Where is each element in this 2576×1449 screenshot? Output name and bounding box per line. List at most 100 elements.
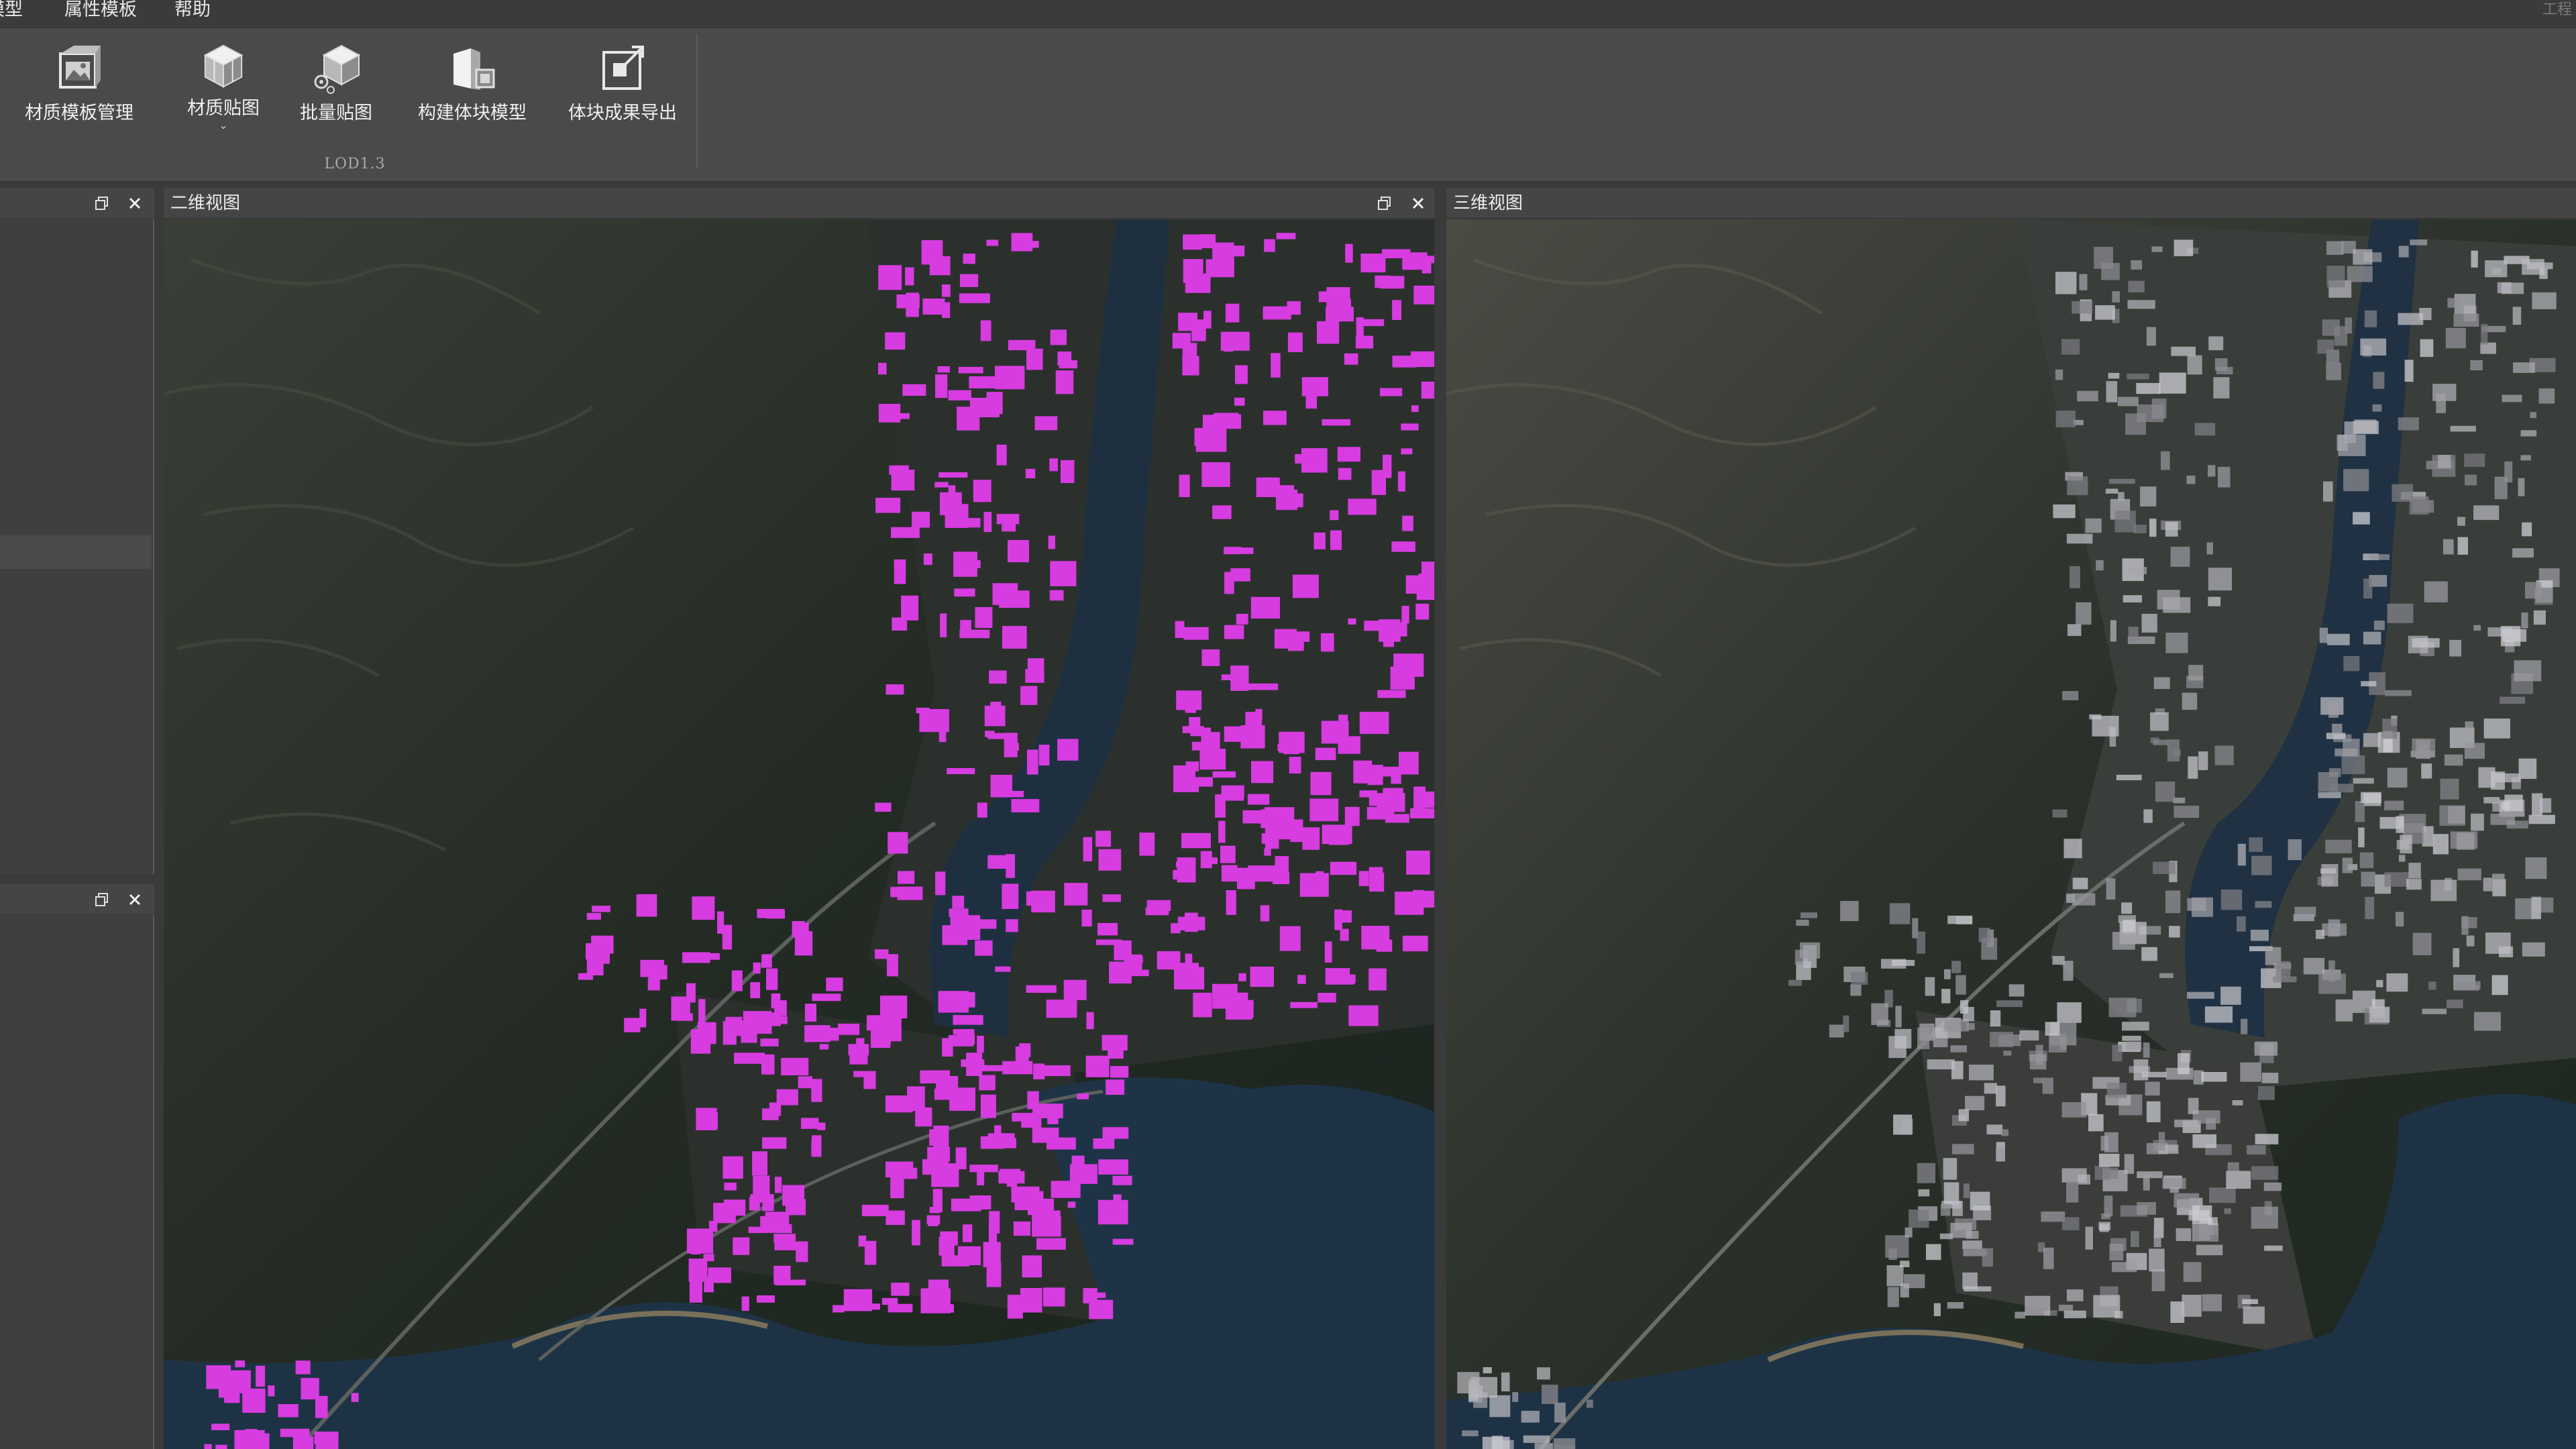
- selected-row[interactable]: [0, 535, 152, 569]
- building-model: [2224, 1208, 2231, 1214]
- building-footprint: [938, 991, 969, 1013]
- building-footprint: [952, 896, 965, 909]
- building-model: [2159, 372, 2186, 394]
- building-footprint: [639, 1008, 647, 1028]
- building-footprint: [1220, 331, 1250, 351]
- building-footprint: [934, 482, 949, 488]
- building-model: [2118, 492, 2125, 501]
- building-footprint: [1279, 926, 1301, 951]
- building-model: [2382, 718, 2398, 739]
- building-model: [2335, 999, 2353, 1022]
- close-icon[interactable]: [125, 194, 144, 213]
- aerial-map-3d[interactable]: [1446, 219, 2576, 1449]
- building-footprint: [891, 527, 920, 538]
- building-model: [2123, 595, 2142, 603]
- building-model: [2520, 430, 2537, 437]
- building-model: [2102, 1167, 2118, 1179]
- building-model: [2061, 339, 2080, 355]
- building-model: [1990, 1010, 2001, 1027]
- close-icon[interactable]: [1409, 194, 1428, 213]
- material-texture-button[interactable]: 材质贴图 ⌄: [180, 43, 267, 131]
- building-footprint: [891, 470, 915, 491]
- building-model: [2096, 560, 2104, 571]
- left-dock-top-panel[interactable]: [0, 219, 154, 874]
- building-model: [2153, 739, 2169, 745]
- building-footprint: [1175, 861, 1193, 867]
- building-footprint: [733, 1237, 750, 1255]
- building-model: [2055, 272, 2077, 294]
- building-model: [2522, 942, 2545, 957]
- building-model: [2117, 396, 2139, 407]
- building-model: [2334, 326, 2348, 346]
- building-footprint: [1038, 745, 1050, 766]
- building-model: [2149, 1248, 2165, 1272]
- build-block-model-button[interactable]: 构建体块模型: [405, 43, 539, 130]
- batch-texture-button[interactable]: 批量贴图: [292, 43, 380, 130]
- building-footprint: [945, 504, 969, 528]
- building-footprint: [885, 1095, 913, 1113]
- building-footprint: [1315, 747, 1336, 761]
- building-footprint: [1185, 694, 1197, 713]
- building-model: [2214, 745, 2234, 765]
- building-footprint: [757, 1295, 775, 1303]
- building-model: [2294, 906, 2316, 917]
- restore-icon[interactable]: [93, 194, 111, 213]
- building-model: [2341, 755, 2365, 775]
- menu-item-model[interactable]: 模型: [0, 0, 23, 28]
- building-model: [2326, 362, 2341, 380]
- building-model: [2183, 1262, 2202, 1282]
- building-footprint: [1201, 649, 1220, 666]
- building-footprint: [898, 871, 915, 884]
- building-model: [2208, 568, 2233, 591]
- building-model: [2361, 792, 2381, 803]
- building-footprint: [912, 511, 930, 528]
- close-icon[interactable]: [125, 890, 144, 909]
- building-footprint: [1173, 785, 1199, 792]
- aerial-map-2d[interactable]: [164, 219, 1434, 1449]
- building-model: [2146, 327, 2156, 346]
- building-model: [2182, 692, 2198, 710]
- building-model: [2042, 1077, 2053, 1094]
- building-model: [2059, 1304, 2074, 1311]
- building-footprint: [1110, 1066, 1129, 1078]
- menu-item-attribute-template[interactable]: 属性模板: [64, 0, 137, 28]
- building-footprint: [1174, 967, 1205, 989]
- building-footprint: [885, 684, 904, 695]
- building-footprint: [762, 1137, 787, 1149]
- building-footprint: [1022, 1255, 1042, 1278]
- building-model: [2520, 455, 2531, 461]
- building-model: [1483, 1367, 1492, 1374]
- building-footprint: [1391, 541, 1415, 552]
- building-footprint: [987, 855, 1013, 869]
- building-footprint: [896, 294, 920, 309]
- left-dock-bottom-panel[interactable]: [0, 915, 154, 1449]
- building-model: [2512, 548, 2534, 558]
- building-model: [2455, 981, 2481, 989]
- building-footprint: [1032, 1127, 1059, 1143]
- view-2d-canvas[interactable]: [164, 219, 1434, 1449]
- building-footprint: [760, 1216, 784, 1233]
- building-model: [2338, 434, 2366, 456]
- menu-item-help[interactable]: 帮助: [174, 0, 211, 28]
- building-model: [1917, 1027, 1930, 1049]
- building-footprint: [1034, 416, 1058, 431]
- building-model: [2399, 855, 2406, 862]
- building-footprint: [1081, 909, 1092, 927]
- building-model: [2066, 533, 2093, 544]
- view-3d-canvas[interactable]: [1446, 219, 2576, 1449]
- building-model: [2457, 868, 2481, 881]
- building-model: [1996, 1000, 2023, 1008]
- building-model: [2045, 1022, 2060, 1036]
- chevron-down-icon[interactable]: ⌄: [219, 120, 227, 131]
- export-block-result-button[interactable]: 体块成果导出: [562, 43, 683, 130]
- building-model: [2108, 372, 2120, 379]
- building-model: [2255, 1134, 2279, 1144]
- restore-icon[interactable]: [1375, 194, 1394, 213]
- building-footprint: [1422, 791, 1434, 808]
- restore-icon[interactable]: [93, 890, 111, 909]
- material-template-manage-button[interactable]: 材质模板管理: [25, 43, 133, 130]
- building-footprint: [256, 1365, 265, 1387]
- building-model: [2343, 656, 2360, 672]
- building-model: [2504, 461, 2513, 483]
- building-footprint: [849, 1047, 868, 1065]
